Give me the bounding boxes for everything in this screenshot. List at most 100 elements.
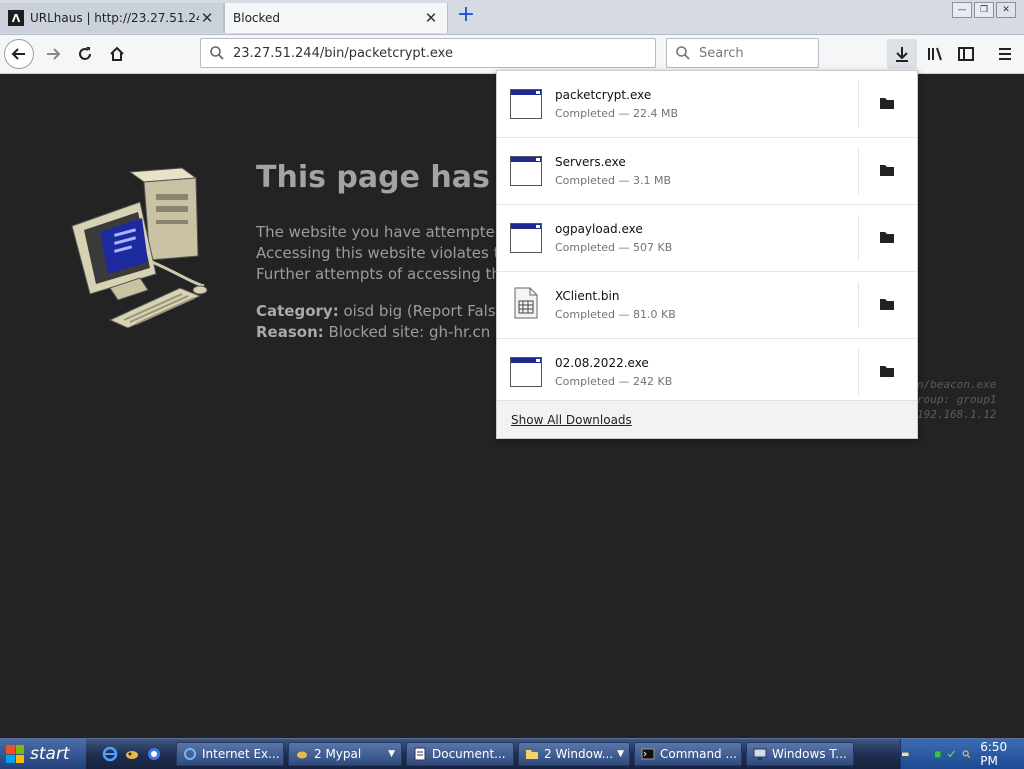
overlay-note: n/beacon.exe — [917, 378, 997, 391]
downloads-panel: packetcrypt.exe Completed — 22.4 MB Serv… — [496, 70, 918, 439]
download-item[interactable]: XClient.bin Completed — 81.0 KB — [497, 272, 917, 339]
mypal-icon — [297, 751, 307, 759]
document-icon — [414, 747, 426, 761]
restore-button[interactable]: ❐ — [974, 2, 994, 18]
window-app-icon — [510, 156, 542, 186]
search-icon — [676, 46, 690, 60]
task-mypal[interactable]: 2 Mypal ▼ — [288, 742, 402, 766]
message-line: Accessing this website violates the — [256, 244, 519, 262]
close-tab-icon[interactable]: ✕ — [423, 9, 439, 27]
folder-icon[interactable] — [879, 163, 895, 177]
url-bar[interactable]: 23.27.51.244/bin/packetcrypt.exe — [200, 38, 656, 68]
reason-label: Reason: — [256, 323, 324, 341]
clock: 6:50 PM — [980, 740, 1008, 768]
download-item[interactable]: ogpayload.exe Completed — 507 KB — [497, 205, 917, 272]
search-icon[interactable] — [962, 747, 971, 761]
task-label: 2 Mypal — [314, 747, 362, 761]
urlhaus-icon: Λ — [8, 10, 24, 26]
forward-button[interactable] — [38, 39, 68, 69]
tab-blocked[interactable]: Blocked ✕ — [224, 3, 448, 33]
new-tab-button[interactable]: + — [455, 4, 477, 28]
start-button[interactable]: start — [0, 739, 86, 769]
window-app-icon — [510, 357, 542, 387]
divider — [858, 215, 859, 261]
downloads-button[interactable] — [887, 39, 917, 69]
task-document[interactable]: Document... — [406, 742, 514, 766]
keyboard-icon[interactable] — [901, 747, 910, 761]
task-command-prompt[interactable]: Command ... — [634, 742, 742, 766]
generic-file-icon — [514, 287, 538, 319]
reason-value: Blocked site: gh-hr.cn — [323, 323, 491, 341]
network-icon[interactable] — [933, 747, 941, 761]
home-button[interactable] — [102, 39, 132, 69]
download-status: Completed — 507 KB — [555, 241, 673, 254]
sidebar-button[interactable] — [951, 39, 981, 69]
chevron-down-icon: ▼ — [388, 749, 395, 759]
task-internet-explorer[interactable]: Internet Ex... — [176, 742, 284, 766]
internet-explorer-icon[interactable] — [102, 746, 118, 762]
hamburger-menu-icon — [999, 48, 1011, 60]
menu-button[interactable] — [990, 39, 1020, 69]
minimize-button[interactable]: — — [952, 2, 972, 18]
close-window-button[interactable]: ✕ — [996, 2, 1016, 18]
download-name: Servers.exe — [555, 155, 626, 169]
arrow-right-icon — [47, 48, 61, 60]
task-label: Windows T... — [772, 747, 847, 761]
window-controls: — ❐ ✕ — [952, 2, 1016, 18]
tab-bar: Λ URLhaus | http://23.27.51.244/b ✕ Bloc… — [0, 0, 1024, 35]
download-name: XClient.bin — [555, 289, 620, 303]
folder-icon[interactable] — [879, 364, 895, 378]
category-label: Category: — [256, 302, 339, 320]
search-icon — [210, 46, 224, 60]
folder-icon[interactable] — [879, 297, 895, 311]
reload-button[interactable] — [70, 39, 100, 69]
download-name: packetcrypt.exe — [555, 88, 652, 102]
category-value: oisd big (Report False B — [338, 302, 520, 320]
download-name: 02.08.2022.exe — [555, 356, 649, 370]
category-line: Category: oisd big (Report False B — [256, 302, 520, 320]
library-button[interactable] — [920, 39, 950, 69]
close-tab-icon[interactable]: ✕ — [199, 9, 215, 27]
library-icon — [928, 47, 942, 61]
browser-icon[interactable] — [146, 746, 162, 762]
back-button[interactable] — [4, 39, 34, 69]
url-text: 23.27.51.244/bin/packetcrypt.exe — [233, 45, 453, 61]
download-item[interactable]: 02.08.2022.exe Completed — 242 KB — [497, 339, 917, 406]
computer-illustration-icon — [71, 167, 208, 329]
download-status: Completed — 242 KB — [555, 375, 673, 388]
download-item[interactable]: Servers.exe Completed — 3.1 MB — [497, 138, 917, 205]
home-icon — [110, 46, 124, 61]
internet-explorer-icon — [184, 748, 196, 760]
folder-icon[interactable] — [879, 230, 895, 244]
download-item[interactable]: packetcrypt.exe Completed — 22.4 MB — [497, 71, 917, 138]
task-label: Document... — [432, 747, 506, 761]
message-line: The website you have attempted to — [256, 223, 525, 241]
window-app-icon — [510, 89, 542, 119]
download-name: ogpayload.exe — [555, 222, 643, 236]
task-label: 2 Window... — [544, 747, 614, 761]
tab-urlhaus[interactable]: Λ URLhaus | http://23.27.51.244/b ✕ — [0, 3, 224, 33]
folder-icon[interactable] — [879, 96, 895, 110]
divider — [858, 148, 859, 194]
security-icon[interactable] — [947, 747, 956, 761]
show-all-downloads-button[interactable]: Show All Downloads — [497, 400, 917, 438]
sidebar-icon — [958, 47, 974, 61]
mypal-icon[interactable] — [124, 746, 140, 762]
task-windows-explorer[interactable]: 2 Window... ▼ — [518, 742, 630, 766]
task-label: Internet Ex... — [202, 747, 280, 761]
task-windows-task-manager[interactable]: Windows T... — [746, 742, 854, 766]
chevron-down-icon: ▼ — [617, 749, 625, 759]
reload-icon — [79, 47, 91, 60]
overlay-note: 192.168.1.12 — [917, 408, 997, 421]
divider — [858, 81, 859, 127]
arrow-left-icon — [11, 48, 25, 60]
message-line: Further attempts of accessing the s — [256, 265, 523, 283]
monitor-icon — [753, 748, 767, 760]
download-status: Completed — 3.1 MB — [555, 174, 672, 187]
search-input[interactable]: Search — [666, 38, 819, 68]
taskbar: start Internet Ex... 2 Mypal ▼ Document.… — [0, 738, 1024, 769]
download-status: Completed — 81.0 KB — [555, 308, 676, 321]
tab-title: Blocked — [233, 11, 281, 25]
divider — [858, 282, 859, 328]
download-status: Completed — 22.4 MB — [555, 107, 679, 120]
